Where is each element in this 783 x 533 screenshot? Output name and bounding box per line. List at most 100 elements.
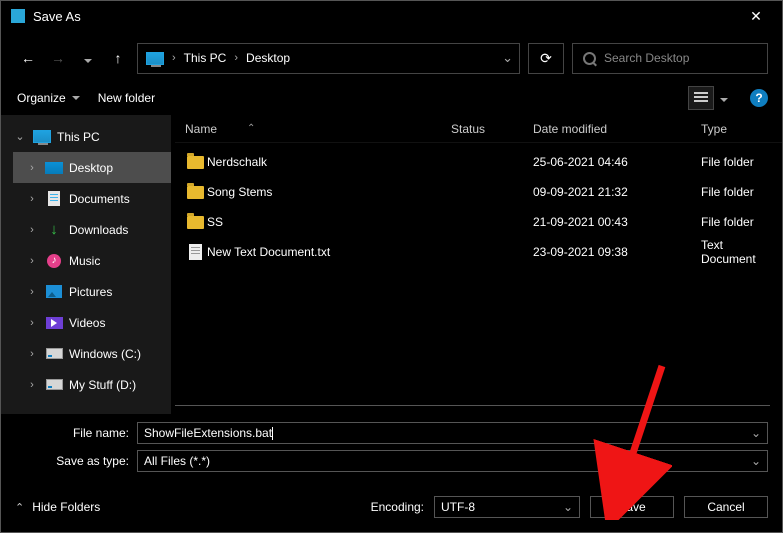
file-date: 21-09-2021 00:43 [533, 215, 701, 229]
sidebar-item-thispc[interactable]: ⌄ This PC [1, 121, 171, 152]
forward-button[interactable]: → [47, 50, 69, 66]
sidebar-item-label: My Stuff (D:) [69, 378, 136, 392]
saveastype-label: Save as type: [15, 454, 137, 468]
sidebar-item-videos[interactable]: › Videos [13, 307, 171, 338]
list-icon [694, 92, 708, 104]
music-icon: ♪ [47, 254, 61, 268]
chevron-right-icon: › [25, 286, 39, 298]
file-row[interactable]: Song Stems 09-09-2021 21:32File folder [175, 177, 770, 207]
chevron-down-icon[interactable]: ⌄ [751, 426, 761, 440]
sidebar-item-label: This PC [57, 130, 100, 144]
column-label: Name [185, 122, 217, 136]
text-file-icon [189, 244, 202, 260]
address-bar[interactable]: › This PC › Desktop ⌄ [137, 43, 520, 74]
pc-icon [146, 52, 164, 65]
sidebar-item-desktop[interactable]: › Desktop [13, 152, 171, 183]
chevron-right-icon: › [25, 348, 39, 360]
folder-icon [187, 216, 204, 229]
search-input[interactable]: Search Desktop [572, 43, 768, 74]
sidebar-item-downloads[interactable]: › ↓ Downloads [13, 214, 171, 245]
save-as-dialog: Save As ✕ ← → ↑ › This PC › Desktop ⌄ ⟳ … [0, 0, 783, 533]
encoding-label: Encoding: [371, 500, 424, 514]
drive-icon [46, 348, 63, 359]
sidebar-item-documents[interactable]: › Documents [13, 183, 171, 214]
file-type: File folder [701, 155, 770, 169]
chevron-right-icon: › [25, 317, 39, 329]
save-button[interactable]: Save [590, 496, 674, 518]
notepad-icon [11, 9, 25, 23]
encoding-value: UTF-8 [441, 500, 475, 514]
column-headers: Name ⌃ Status Date modified Type [175, 115, 782, 143]
search-icon [583, 52, 596, 65]
chevron-down-icon [72, 96, 80, 100]
sidebar-item-music[interactable]: › ♪ Music [13, 245, 171, 276]
filename-label: File name: [15, 426, 137, 440]
help-button[interactable]: ? [750, 89, 768, 107]
view-dropdown-button[interactable] [716, 91, 732, 105]
new-folder-button[interactable]: New folder [98, 91, 155, 105]
folder-icon [187, 156, 204, 169]
chevron-right-icon: › [25, 162, 39, 174]
hide-folders-button[interactable]: ⌃ Hide Folders [15, 500, 100, 514]
video-icon [46, 317, 63, 329]
column-name[interactable]: Name ⌃ [175, 122, 451, 136]
download-icon: ↓ [45, 223, 63, 237]
document-icon [48, 191, 60, 206]
organize-menu[interactable]: Organize [17, 91, 80, 105]
file-type: File folder [701, 215, 770, 229]
chevron-right-icon: › [234, 52, 238, 64]
sidebar-item-label: Desktop [69, 161, 113, 175]
saveastype-select[interactable]: All Files (*.*) ⌄ [137, 450, 768, 472]
chevron-down-icon [720, 98, 728, 102]
chevron-down-icon: ⌄ [751, 454, 761, 468]
cancel-button[interactable]: Cancel [684, 496, 768, 518]
file-type: Text Document [701, 238, 770, 266]
file-list: Nerdschalk25-06-2021 04:46File folderSon… [175, 143, 770, 406]
sidebar-item-label: Documents [69, 192, 130, 206]
sidebar-item-pictures[interactable]: › Pictures [13, 276, 171, 307]
sidebar-item-drive-c[interactable]: › Windows (C:) [13, 338, 171, 369]
drive-icon [46, 379, 63, 390]
filename-value: ShowFileExtensions.bat [144, 426, 272, 440]
back-button[interactable]: ← [17, 50, 39, 66]
file-name: Song Stems [207, 185, 451, 199]
saveastype-value: All Files (*.*) [144, 454, 210, 468]
close-button[interactable]: ✕ [740, 8, 772, 25]
file-row[interactable]: SS21-09-2021 00:43File folder [175, 207, 770, 237]
chevron-right-icon: › [25, 255, 39, 267]
chevron-down-icon [84, 59, 92, 63]
breadcrumb-current[interactable]: Desktop [246, 51, 290, 65]
filename-input[interactable]: ShowFileExtensions.bat ⌄ [137, 422, 768, 444]
sidebar-item-drive-d[interactable]: › My Stuff (D:) [13, 369, 171, 400]
chevron-down-icon: ⌄ [13, 130, 27, 143]
navigation-bar: ← → ↑ › This PC › Desktop ⌄ ⟳ Search Des… [1, 39, 782, 77]
window-title: Save As [33, 9, 740, 24]
chevron-down-icon[interactable]: ⌄ [502, 50, 513, 66]
chevron-right-icon: › [172, 52, 176, 64]
file-row[interactable]: New Text Document.txt23-09-2021 09:38Tex… [175, 237, 770, 267]
desktop-icon [45, 162, 63, 174]
recent-locations-button[interactable] [77, 50, 99, 66]
file-date: 23-09-2021 09:38 [533, 245, 701, 259]
sidebar-item-label: Downloads [69, 223, 128, 237]
refresh-icon: ⟳ [540, 50, 552, 67]
breadcrumb-root[interactable]: This PC [184, 51, 227, 65]
file-date: 09-09-2021 21:32 [533, 185, 701, 199]
sidebar: ⌄ This PC › Desktop › Documents › ↓ [1, 115, 171, 414]
refresh-button[interactable]: ⟳ [528, 43, 564, 74]
sidebar-item-label: Videos [69, 316, 105, 330]
toolbar: Organize New folder ? [1, 81, 782, 115]
chevron-right-icon: › [25, 193, 39, 205]
column-type[interactable]: Type [701, 122, 782, 136]
view-options-button[interactable] [688, 86, 714, 110]
file-type: File folder [701, 185, 770, 199]
sidebar-item-label: Music [69, 254, 100, 268]
column-status[interactable]: Status [451, 122, 533, 136]
chevron-right-icon: › [25, 224, 39, 236]
encoding-select[interactable]: UTF-8 ⌄ [434, 496, 580, 518]
up-button[interactable]: ↑ [107, 50, 129, 66]
sidebar-item-label: Windows (C:) [69, 347, 141, 361]
chevron-up-icon: ⌃ [15, 501, 24, 514]
file-row[interactable]: Nerdschalk25-06-2021 04:46File folder [175, 147, 770, 177]
column-date[interactable]: Date modified [533, 122, 701, 136]
